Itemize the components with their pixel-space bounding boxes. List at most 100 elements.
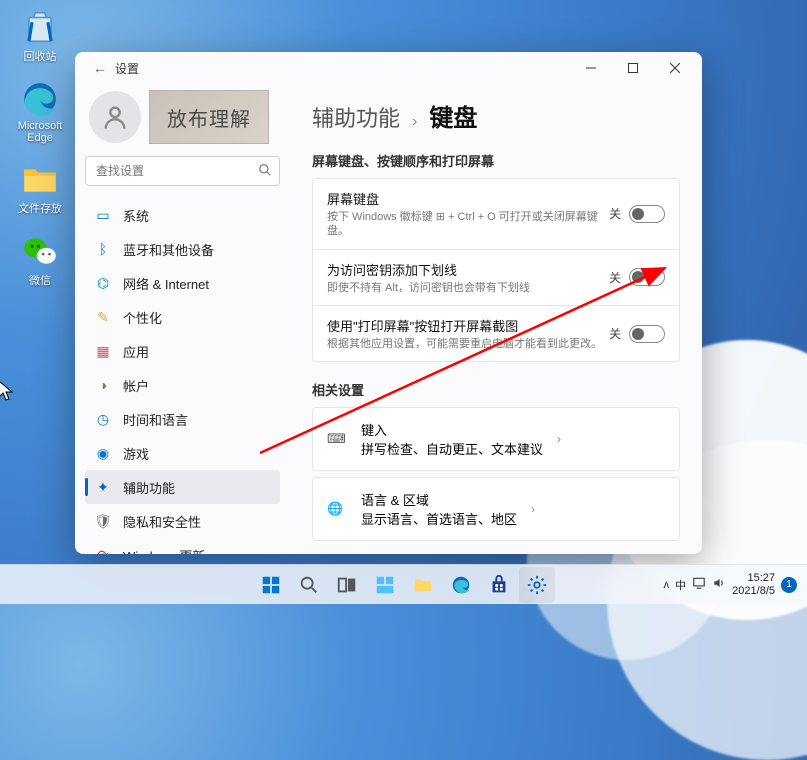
breadcrumb-current: 键盘 <box>429 98 477 133</box>
minimize-button[interactable] <box>570 54 612 82</box>
nav-label: 帐户 <box>123 376 149 395</box>
toggle-state-label: 关 <box>609 325 621 342</box>
desktop-icon-recycle-bin[interactable]: 回收站 <box>10 8 70 64</box>
ime-indicator[interactable]: 中 <box>675 577 686 593</box>
sidebar: 放布理解 ▭ 系统 ᛒ蓝牙和其他设备 ⌬ 网络 & Internet ✎ 个性化 ▦应用 ◑ 帐户… <box>75 84 290 554</box>
nav-label: Windows 更新 <box>123 546 205 555</box>
related-card[interactable]: 🌐 语言 & 区域显示语言、首选语言、地区 › <box>312 477 680 541</box>
profile-block: 放布理解 <box>85 84 280 156</box>
chevron-right-icon: › <box>557 432 561 446</box>
date-text: 2021/8/5 <box>732 585 775 597</box>
toggle-card: 屏幕键盘按下 Windows 徽标键 ⊞ + Ctrl + O 可打开或关闭屏幕… <box>312 178 680 249</box>
start-button[interactable] <box>253 567 289 603</box>
edge-taskbar-icon[interactable] <box>443 567 479 603</box>
notification-badge[interactable]: 1 <box>781 577 797 593</box>
sidebar-item-6[interactable]: ◷ 时间和语言 <box>85 402 280 436</box>
sidebar-item-8[interactable]: ✦辅助功能 <box>85 470 280 504</box>
nav-list: ▭ 系统 ᛒ蓝牙和其他设备 ⌬ 网络 & Internet ✎ 个性化 ▦应用 ◑ 帐户 ◷ 时间和语… <box>85 198 280 554</box>
store-icon[interactable] <box>481 567 517 603</box>
search-box[interactable] <box>85 156 280 186</box>
main-panel: 辅助功能 › 键盘 屏幕键盘、按键顺序和打印屏幕 屏幕键盘按下 Windows … <box>290 84 702 554</box>
settings-taskbar-icon[interactable] <box>519 567 555 603</box>
profile-name-image: 放布理解 <box>149 90 269 144</box>
nav-label: 网络 & Internet <box>123 274 209 293</box>
nav-label: 隐私和安全性 <box>123 512 201 531</box>
breadcrumb: 辅助功能 › 键盘 <box>312 98 680 133</box>
section-title: 相关设置 <box>312 380 680 399</box>
toggle-title: 屏幕键盘 <box>327 189 609 208</box>
maximize-button[interactable] <box>612 54 654 82</box>
close-button[interactable] <box>654 54 696 82</box>
related-icon: 🌐 <box>327 501 347 517</box>
sidebar-item-1[interactable]: ᛒ蓝牙和其他设备 <box>85 232 280 266</box>
avatar[interactable] <box>89 91 141 143</box>
nav-icon: ▭ <box>95 207 111 223</box>
nav-label: 游戏 <box>123 444 149 463</box>
sidebar-item-7[interactable]: ◉ 游戏 <box>85 436 280 470</box>
toggle-state-label: 关 <box>609 205 621 222</box>
explorer-icon[interactable] <box>405 567 441 603</box>
toggle-state-label: 关 <box>609 269 621 286</box>
section-title: 屏幕键盘、按键顺序和打印屏幕 <box>312 151 680 170</box>
sidebar-item-0[interactable]: ▭ 系统 <box>85 198 280 232</box>
related-desc: 显示语言、首选语言、地区 <box>361 509 517 528</box>
sidebar-item-3[interactable]: ✎ 个性化 <box>85 300 280 334</box>
sidebar-item-5[interactable]: ◑ 帐户 <box>85 368 280 402</box>
desktop-icon-wechat[interactable]: 微信 <box>10 232 70 288</box>
nav-icon: 🛡 <box>95 513 111 529</box>
toggle-desc: 即使不持有 Alt，访问密钥也会带有下划线 <box>327 281 609 295</box>
titlebar: ← 设置 <box>75 52 702 84</box>
nav-label: 蓝牙和其他设备 <box>123 240 214 259</box>
window-title: 设置 <box>115 60 139 77</box>
sidebar-item-9[interactable]: 🛡 隐私和安全性 <box>85 504 280 538</box>
nav-icon: ✎ <box>95 309 111 325</box>
desktop-icon-label: 文件存放 <box>10 200 70 216</box>
nav-label: 系统 <box>123 206 149 225</box>
toggle-desc: 根据其他应用设置，可能需要重启电脑才能看到此更改。 <box>327 337 609 351</box>
toggle-switch[interactable] <box>629 205 665 223</box>
nav-label: 时间和语言 <box>123 410 188 429</box>
nav-label: 应用 <box>123 342 149 361</box>
desktop-icon-label: 回收站 <box>10 48 70 64</box>
related-desc: 拼写检查、自动更正、文本建议 <box>361 439 543 458</box>
network-icon[interactable] <box>692 576 706 593</box>
cursor-icon <box>0 380 14 402</box>
system-tray: ᴧ 中 15:27 2021/8/5 1 <box>664 572 807 596</box>
toggle-card: 为访问密钥添加下划线即使不持有 Alt，访问密钥也会带有下划线关 <box>312 249 680 305</box>
toggle-switch[interactable] <box>629 325 665 343</box>
chevron-right-icon: › <box>531 502 535 516</box>
desktop-icon-label: Microsoft Edge <box>10 120 70 144</box>
volume-icon[interactable] <box>712 576 726 593</box>
search-icon <box>258 163 272 180</box>
taskbar-search-icon[interactable] <box>291 567 327 603</box>
toggle-desc: 按下 Windows 徽标键 ⊞ + Ctrl + O 可打开或关闭屏幕键盘。 <box>327 210 609 239</box>
search-input[interactable] <box>85 156 280 186</box>
tray-chevron-icon[interactable]: ᴧ <box>664 579 670 591</box>
sidebar-item-2[interactable]: ⌬ 网络 & Internet <box>85 266 280 300</box>
nav-label: 个性化 <box>123 308 162 327</box>
nav-icon: ◷ <box>95 411 111 427</box>
taskbar-center <box>253 567 555 603</box>
settings-window: ← 设置 放布理解 ▭ 系统 ᛒ蓝牙和其他设备 ⌬ 网络 & Internet ✎ 个性化 ▦… <box>75 52 702 554</box>
related-title: 语言 & 区域 <box>361 490 517 509</box>
related-card[interactable]: ⌨键入拼写检查、自动更正、文本建议› <box>312 407 680 471</box>
widgets-icon[interactable] <box>367 567 403 603</box>
related-title: 键入 <box>361 420 543 439</box>
nav-icon: ⌬ <box>95 275 111 291</box>
sidebar-item-10[interactable]: ⟳Windows 更新 <box>85 538 280 554</box>
toggle-title: 为访问密钥添加下划线 <box>327 260 609 279</box>
breadcrumb-parent[interactable]: 辅助功能 <box>312 101 400 133</box>
toggle-switch[interactable] <box>629 268 665 286</box>
toggle-title: 使用"打印屏幕"按钮打开屏幕截图 <box>327 316 609 335</box>
clock[interactable]: 15:27 2021/8/5 <box>732 572 775 596</box>
desktop-icon-label: 微信 <box>10 272 70 288</box>
nav-icon: ◉ <box>95 445 111 461</box>
time-text: 15:27 <box>732 572 775 584</box>
nav-icon: ✦ <box>95 479 111 495</box>
back-button[interactable]: ← <box>85 60 115 76</box>
nav-icon: ◑ <box>95 377 111 393</box>
desktop-icon-edge[interactable]: Microsoft Edge <box>10 80 70 144</box>
sidebar-item-4[interactable]: ▦应用 <box>85 334 280 368</box>
task-view-icon[interactable] <box>329 567 365 603</box>
desktop-icon-folder[interactable]: 文件存放 <box>10 160 70 216</box>
